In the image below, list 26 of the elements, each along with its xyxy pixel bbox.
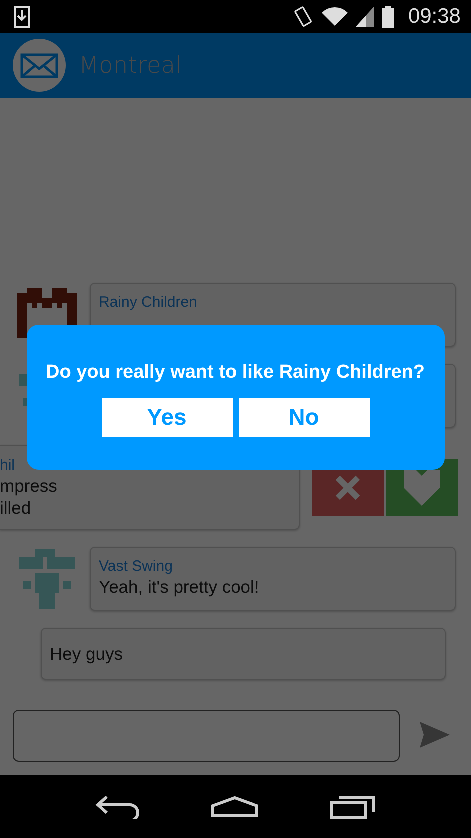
wifi-icon [322,6,348,26]
signal-icon [356,6,374,26]
recents-icon[interactable] [330,794,376,820]
home-icon[interactable] [211,796,260,818]
send-button[interactable] [420,722,450,748]
message-text: mpress [0,475,58,497]
message-input[interactable] [13,710,400,762]
send-icon [420,722,450,748]
clock-time: 09:38 [408,4,461,28]
author-name: Rainy Children [99,293,198,312]
message-text: Hey guys [50,643,124,665]
author-name: hil [0,456,16,475]
vibrate-icon [294,6,314,28]
heart-icon [402,470,442,506]
avatar-icon [19,549,75,609]
dialog-button[interactable]: Yes [102,398,232,437]
close-icon [335,474,361,500]
dialog-question: Do you really want to like Rainy Children? [46,362,426,384]
author-name: Vast Swing [99,557,174,576]
app-title: Montreal [79,52,182,78]
dialog-button[interactable]: No [238,398,370,437]
battery-icon [382,6,394,28]
download-icon [14,6,30,28]
message-text: illed [0,497,32,519]
back-icon[interactable] [95,794,142,818]
message-text: Yeah, it's pretty cool! [99,576,260,598]
